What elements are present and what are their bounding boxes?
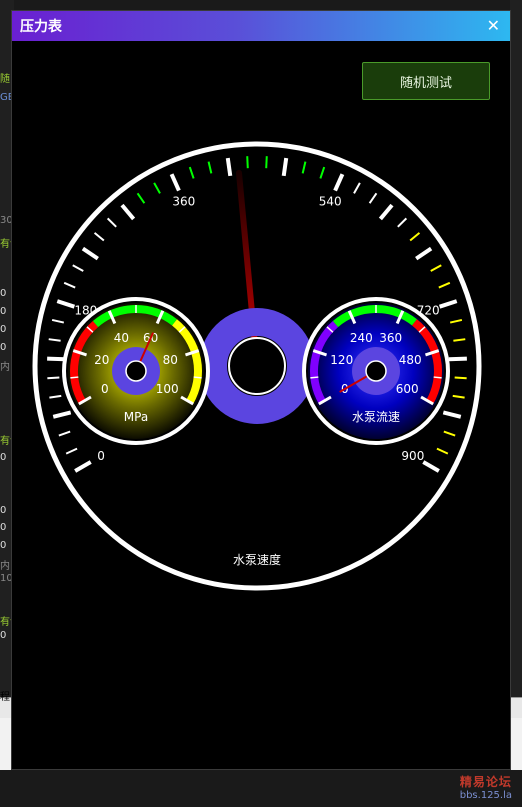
main-major-tick: [56, 299, 76, 309]
gauge-window: 压力表 ✕ 随机测试 0180360540720900水泵速度 02040608…: [11, 10, 511, 770]
main-scale-label: 360: [172, 195, 195, 209]
main-minor-tick: [72, 264, 84, 272]
background-fragment: 0: [0, 324, 7, 335]
main-minor-tick: [136, 192, 146, 204]
site-watermark: 精易论坛 bbs.125.la: [460, 773, 512, 801]
main-minor-tick: [265, 156, 268, 169]
background-fragment: 0: [0, 630, 7, 641]
main-minor-tick: [47, 376, 60, 380]
pressure-gauge: 020406080100MPa: [62, 297, 210, 445]
main-major-tick: [47, 356, 66, 362]
main-minor-tick: [51, 318, 65, 324]
main-major-tick: [120, 203, 136, 221]
background-fragment: 0: [0, 288, 7, 299]
main-major-tick: [333, 173, 345, 192]
main-minor-tick: [58, 430, 71, 437]
main-major-tick: [81, 246, 99, 261]
main-minor-tick: [436, 447, 449, 455]
main-major-tick: [52, 410, 72, 419]
background-fragment: 0: [0, 342, 7, 353]
watermark-url: bbs.125.la: [459, 790, 512, 801]
main-hub-center: [228, 337, 286, 395]
main-major-tick: [422, 460, 440, 473]
main-minor-tick: [443, 430, 456, 437]
main-major-tick: [438, 299, 458, 309]
main-major-tick: [225, 157, 233, 177]
main-major-tick: [448, 356, 467, 362]
small-scale-label: 360: [379, 331, 402, 345]
close-icon[interactable]: ✕: [487, 18, 500, 34]
small-scale-label: 120: [330, 353, 353, 367]
gauge-canvas: 0180360540720900水泵速度 020406080100MPa 012…: [32, 141, 482, 591]
background-fragment: 0: [0, 540, 7, 551]
main-minor-tick: [353, 182, 361, 194]
main-minor-tick: [397, 217, 408, 228]
main-minor-tick: [93, 232, 105, 242]
small-gauge-label: 水泵流速: [352, 410, 400, 424]
background-fragment: 程: [0, 692, 10, 703]
background-fragment: 0: [0, 505, 7, 516]
title-bar[interactable]: 压力表 ✕: [12, 11, 510, 41]
small-minor-tick: [310, 376, 319, 379]
main-minor-tick: [409, 232, 421, 242]
background-app-footer: [0, 770, 522, 807]
main-minor-tick: [65, 447, 78, 455]
main-minor-tick: [207, 161, 213, 174]
main-major-tick: [378, 203, 394, 221]
background-fragment: 0: [0, 522, 7, 533]
small-hub-center: [365, 360, 387, 382]
main-scale-label: 0: [97, 449, 105, 463]
background-fragment: 0: [0, 306, 7, 317]
main-major-tick: [415, 246, 433, 261]
small-scale-label: 20: [94, 353, 109, 367]
main-minor-tick: [188, 166, 195, 179]
small-minor-tick: [193, 376, 202, 379]
main-minor-tick: [63, 281, 76, 289]
main-minor-tick: [319, 166, 326, 179]
main-minor-tick: [301, 161, 307, 174]
main-minor-tick: [452, 394, 465, 399]
main-gauge-label: 水泵速度: [233, 552, 281, 567]
main-minor-tick: [453, 338, 466, 342]
watermark-title: 精易论坛: [459, 775, 512, 789]
main-major-tick: [281, 157, 289, 177]
main-major-tick: [169, 173, 181, 192]
small-hub-center: [125, 360, 147, 382]
flow-gauge: 0120240360480600水泵流速: [302, 297, 450, 445]
small-scale-label: 100: [156, 382, 179, 396]
background-fragment: 随: [0, 74, 10, 85]
main-minor-tick: [49, 394, 62, 399]
background-fragment: 0: [0, 452, 7, 463]
main-minor-tick: [246, 156, 249, 169]
small-scale-label: 480: [399, 353, 422, 367]
small-scale-label: 40: [114, 331, 129, 345]
main-minor-tick: [368, 192, 378, 204]
main-scale-label: 540: [319, 195, 342, 209]
small-minor-tick: [433, 376, 442, 379]
small-gauge-label: MPa: [124, 410, 148, 424]
small-scale-label: 240: [350, 331, 373, 345]
main-minor-tick: [449, 318, 463, 324]
main-minor-tick: [106, 217, 117, 228]
small-scale-label: 0: [101, 382, 109, 396]
small-scale-label: 600: [396, 382, 419, 396]
main-major-tick: [442, 410, 462, 419]
main-major-tick: [74, 460, 92, 473]
small-minor-tick: [70, 376, 79, 379]
main-minor-tick: [454, 376, 467, 380]
main-scale-label: 900: [401, 449, 424, 463]
main-minor-tick: [153, 182, 161, 194]
main-minor-tick: [438, 281, 451, 289]
main-minor-tick: [48, 338, 61, 342]
main-minor-tick: [430, 264, 442, 272]
small-scale-label: 80: [163, 353, 178, 367]
window-title: 压力表: [20, 19, 62, 35]
